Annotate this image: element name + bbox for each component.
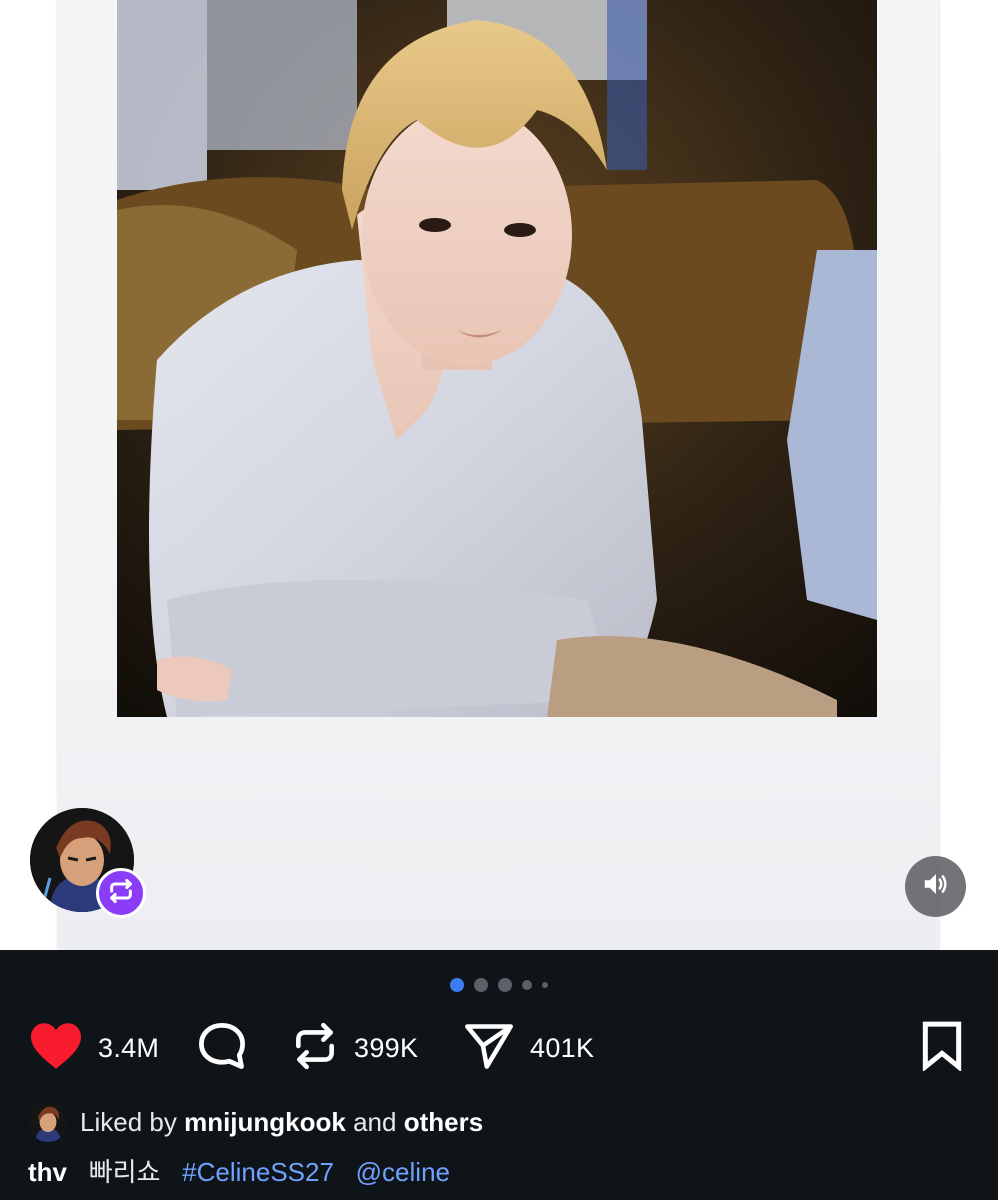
comment-button[interactable] — [196, 1020, 248, 1076]
carousel-dot[interactable] — [450, 978, 464, 992]
caption: thv 빠리쇼 #CelineSS27 @celine — [28, 1152, 450, 1189]
caption-text: 빠리쇼 — [88, 1157, 161, 1187]
share-button[interactable]: 401K — [462, 1020, 594, 1076]
repost-icon — [107, 877, 135, 910]
caption-hashtag[interactable]: #CelineSS27 — [182, 1157, 334, 1187]
share-count: 401K — [530, 1032, 595, 1063]
bookmark-button[interactable] — [920, 1020, 964, 1076]
bookmark-icon — [920, 1021, 964, 1076]
repost-count: 399K — [354, 1032, 419, 1063]
caption-mention[interactable]: @celine — [356, 1157, 450, 1187]
carousel-dot[interactable] — [474, 978, 488, 992]
heart-icon — [28, 1021, 84, 1076]
like-button[interactable]: 3.4M — [28, 1020, 159, 1076]
avatar[interactable] — [28, 1102, 68, 1142]
post-media[interactable] — [0, 0, 998, 950]
carousel-indicator — [0, 978, 998, 992]
speaker-icon — [921, 869, 951, 904]
carousel-dot[interactable] — [498, 978, 512, 992]
liked-by-row[interactable]: Liked by mnijungkook and others — [28, 1102, 483, 1142]
caption-username[interactable]: thv — [28, 1157, 67, 1187]
reposter-avatar[interactable] — [30, 808, 146, 918]
send-icon — [462, 1020, 516, 1077]
comment-bubble-icon — [196, 1020, 248, 1077]
carousel-dot[interactable] — [522, 980, 532, 990]
liked-by-conjunction: and — [353, 1106, 397, 1137]
post-footer: 3.4M 399K 401K Liked by mnijungkook and … — [0, 950, 998, 1200]
post-photo[interactable] — [117, 0, 877, 717]
liked-by-others[interactable]: others — [404, 1107, 483, 1138]
like-count: 3.4M — [98, 1032, 160, 1063]
repost-button[interactable]: 399K — [290, 1020, 418, 1076]
repost-icon — [290, 1021, 340, 1076]
liked-by-user[interactable]: mnijungkook — [184, 1107, 346, 1138]
carousel-dot[interactable] — [542, 982, 548, 988]
action-bar: 3.4M 399K 401K — [28, 1020, 970, 1076]
liked-by-prefix: Liked by — [80, 1106, 177, 1137]
repost-badge — [96, 868, 146, 918]
post-view: 3.4M 399K 401K Liked by mnijungkook and … — [0, 0, 998, 1200]
sound-toggle-button[interactable] — [905, 856, 966, 917]
